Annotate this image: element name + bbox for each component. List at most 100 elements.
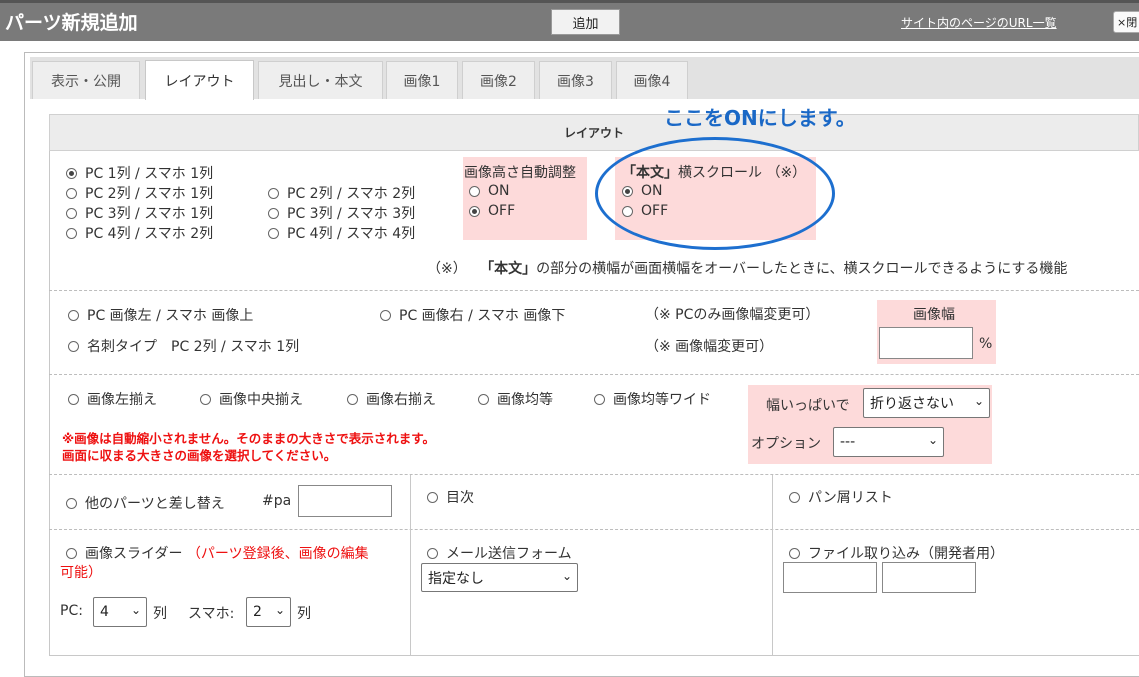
layout-option-4[interactable]: PC 4列 / スマホ 2列 (66, 223, 213, 243)
layout-option-7[interactable]: PC 4列 / スマホ 4列 (268, 223, 415, 243)
radio-icon[interactable] (789, 547, 800, 559)
replace-part-input[interactable] (298, 485, 392, 517)
section-left-border (49, 151, 50, 656)
chevron-down-icon: ⌄ (274, 603, 285, 617)
radio-icon[interactable] (268, 227, 279, 239)
business-card-option[interactable]: 名刺タイプ PC 2列 / スマホ 1列 (68, 336, 299, 356)
width-note: （※ 画像幅変更可） (645, 339, 774, 355)
auto-height-on[interactable]: ON (469, 183, 510, 199)
radio-icon[interactable] (469, 185, 480, 197)
radio-icon[interactable] (68, 309, 79, 321)
radio-icon[interactable] (66, 497, 77, 509)
image-left-option[interactable]: PC 画像左 / スマホ 画像上 (68, 305, 253, 325)
image-width-unit: % (979, 336, 993, 352)
close-button[interactable]: ×閉 (1113, 11, 1139, 33)
divider-2 (49, 374, 1139, 375)
radio-icon[interactable] (66, 547, 77, 559)
tab-image2[interactable]: 画像2 (462, 61, 535, 99)
col-divider-2 (772, 475, 773, 655)
file-import-option[interactable]: ファイル取り込み（開発者用） (789, 543, 1004, 563)
pc-columns-select[interactable]: 4 ⌄ (93, 597, 147, 627)
radio-icon[interactable] (68, 340, 79, 352)
hscroll-note: （※） 「本文」の部分の横幅が画面横幅をオーバーしたときに、横スクロールできるよ… (427, 258, 1067, 278)
toc-option[interactable]: 目次 (427, 487, 474, 507)
url-list-link[interactable]: サイト内のページのURL一覧 (901, 14, 1057, 31)
section-bottom-border (49, 655, 1139, 656)
radio-icon[interactable] (594, 393, 605, 405)
add-button[interactable]: 追加 (551, 9, 620, 35)
align-even-wide-option[interactable]: 画像均等ワイド (594, 389, 711, 409)
full-width-select[interactable]: 折り返さない ⌄ (863, 388, 990, 418)
sp-columns-label: スマホ: (188, 606, 235, 622)
image-width-input[interactable] (879, 327, 973, 359)
mail-form-select[interactable]: 指定なし ⌄ (421, 563, 578, 592)
slider-note-1: （パーツ登録後、画像の編集 (186, 546, 369, 562)
sp-columns-unit: 列 (297, 606, 311, 622)
replace-part-option[interactable]: 他のパーツと差し替え (66, 493, 225, 513)
radio-icon[interactable] (789, 491, 800, 503)
note-mark: （※） (427, 261, 467, 277)
section-header: レイアウト (49, 114, 1139, 151)
image-warning-2: 画面に収まる大きさの画像を選択してください。 (62, 448, 337, 463)
file-import-input-1[interactable] (783, 562, 877, 593)
chevron-down-icon: ⌄ (561, 569, 572, 583)
page-title: パーツ新規追加 (5, 12, 138, 34)
tab-image3[interactable]: 画像3 (539, 61, 612, 99)
full-width-label: 幅いっぱいで (766, 398, 850, 414)
annotation-ellipse (595, 137, 835, 250)
align-right-option[interactable]: 画像右揃え (347, 389, 436, 409)
radio-icon[interactable] (469, 205, 480, 217)
breadcrumb-option[interactable]: パン屑リスト (789, 487, 893, 507)
annotation-text: ここをONにします。 (664, 106, 856, 130)
radio-icon[interactable] (380, 309, 391, 321)
layout-option-6[interactable]: PC 3列 / スマホ 3列 (268, 203, 415, 223)
align-center-option[interactable]: 画像中央揃え (200, 389, 303, 409)
image-right-option[interactable]: PC 画像右 / スマホ 画像下 (380, 305, 565, 325)
radio-icon[interactable] (200, 393, 211, 405)
file-import-input-2[interactable] (882, 562, 976, 593)
image-slider-option[interactable]: 画像スライダー （パーツ登録後、画像の編集 (66, 543, 369, 563)
layout-option-2[interactable]: PC 2列 / スマホ 1列 (66, 183, 213, 203)
image-width-label: 画像幅 (913, 307, 955, 323)
layout-option-1[interactable]: PC 1列 / スマホ 1列 (66, 163, 213, 183)
tab-layout[interactable]: レイアウト (145, 60, 254, 100)
note-text: の部分の横幅が画面横幅をオーバーしたときに、横スクロールできるようにする機能 (536, 261, 1068, 277)
radio-icon[interactable] (66, 227, 77, 239)
radio-icon[interactable] (66, 207, 77, 219)
option-label: オプション (751, 436, 821, 452)
align-even-option[interactable]: 画像均等 (478, 389, 553, 409)
col-divider-1 (410, 475, 411, 655)
tab-heading-body[interactable]: 見出し・本文 (258, 61, 383, 99)
chevron-down-icon: ⌄ (973, 394, 984, 408)
layout-option-3[interactable]: PC 3列 / スマホ 1列 (66, 203, 213, 223)
pc-columns-unit: 列 (153, 606, 167, 622)
radio-icon[interactable] (66, 187, 77, 199)
divider-1 (49, 290, 1139, 291)
tab-image1[interactable]: 画像1 (386, 61, 458, 99)
radio-icon[interactable] (478, 393, 489, 405)
radio-icon[interactable] (268, 187, 279, 199)
align-left-option[interactable]: 画像左揃え (68, 389, 157, 409)
tab-image4[interactable]: 画像4 (616, 61, 688, 99)
auto-height-off[interactable]: OFF (469, 203, 515, 219)
radio-icon[interactable] (427, 547, 438, 559)
radio-icon[interactable] (268, 207, 279, 219)
slider-note-2: 可能） (60, 565, 102, 581)
chevron-down-icon: ⌄ (130, 603, 141, 617)
layout-option-5[interactable]: PC 2列 / スマホ 2列 (268, 183, 415, 203)
chevron-down-icon: ⌄ (927, 433, 938, 447)
divider-3 (49, 474, 1139, 475)
mail-form-option[interactable]: メール送信フォーム (427, 543, 572, 563)
pc-width-note: （※ PCのみ画像幅変更可） (645, 307, 820, 323)
tab-display[interactable]: 表示・公開 (32, 61, 140, 99)
radio-icon[interactable] (347, 393, 358, 405)
pc-columns-label: PC: (60, 603, 83, 619)
note-bold: 「本文」 (480, 261, 537, 277)
radio-icon[interactable] (427, 491, 438, 503)
divider-4 (49, 529, 1139, 530)
radio-icon[interactable] (66, 167, 77, 179)
sp-columns-select[interactable]: 2 ⌄ (246, 597, 291, 627)
replace-prefix: #pa (262, 493, 292, 509)
option-select[interactable]: --- ⌄ (833, 427, 944, 457)
radio-icon[interactable] (68, 393, 79, 405)
